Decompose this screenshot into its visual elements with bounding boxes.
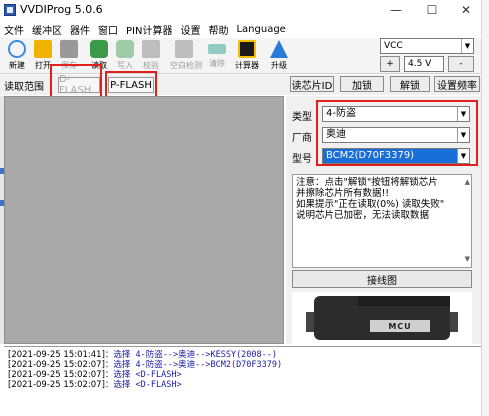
new-file-icon	[8, 40, 26, 58]
menu-bar: 文件 缓冲区 器件 窗口 PIN计算器 设置 帮助 Language	[0, 20, 481, 38]
window-title: VVDIProg 5.0.6	[20, 3, 103, 16]
save-disk-icon	[60, 40, 78, 58]
verify-icon	[142, 40, 160, 58]
wiring-diagram-button[interactable]: 接线图	[292, 270, 472, 288]
buffer-view[interactable]	[4, 96, 284, 344]
voltage-decrease-button[interactable]: -	[448, 56, 474, 72]
tab-read-chip-id[interactable]: 读芯片ID	[290, 76, 334, 92]
log-message: ：选择 4-防盗-->奥迪-->KESSY(2008--)	[104, 350, 278, 360]
model-label: 型号	[292, 154, 312, 165]
calculator-button[interactable]: 计算器	[234, 40, 260, 71]
verify-label: 校验	[143, 61, 159, 70]
voltage-increase-button[interactable]: +	[380, 56, 400, 72]
log-entry: [2021-09-25 15:02:07]：选择 <D-FLASH>	[8, 370, 477, 380]
log-entry: [2021-09-25 15:02:07]：选择 <D-FLASH>	[8, 380, 477, 390]
chip-label: MCU	[370, 320, 430, 332]
open-folder-icon	[34, 40, 52, 58]
write-label: 写入	[117, 61, 133, 70]
chip-top	[358, 296, 450, 306]
calculator-label: 计算器	[235, 61, 259, 70]
write-chip-icon	[116, 40, 134, 58]
menu-pin-calculator[interactable]: PIN计算器	[126, 22, 172, 37]
log-timestamp: [2021-09-25 15:02:07]	[8, 380, 105, 390]
type-label: 类型	[292, 112, 312, 123]
menu-buffer[interactable]: 缓冲区	[32, 22, 62, 37]
erase-icon	[208, 44, 226, 54]
log-message: ：选择 4-防盗-->奥迪-->BCM2(D70F3379)	[104, 360, 283, 370]
chip-image: MCU	[292, 292, 472, 344]
note-line: 如果提示"正在读取(0%) 读取失败"	[296, 199, 445, 210]
erase-label: 清除	[209, 59, 225, 68]
notes-textarea[interactable]: 注意：点击"解锁"按钮将解锁芯片 并擦除芯片所有数据!! 如果提示"正在读取(0…	[292, 174, 472, 268]
menu-language[interactable]: Language	[236, 24, 285, 35]
erase-button[interactable]: 清除	[206, 40, 228, 69]
write-button[interactable]: 写入	[114, 40, 136, 71]
menu-file[interactable]: 文件	[4, 22, 24, 37]
blank-check-label: 空白检测	[170, 61, 202, 70]
menu-help[interactable]: 帮助	[208, 22, 228, 37]
upgrade-arrow-icon	[270, 40, 288, 58]
log-timestamp: [2021-09-25 15:01:41]	[8, 350, 105, 360]
read-chip-icon	[90, 40, 108, 58]
voltage-select[interactable]: VCC ▼	[380, 38, 474, 54]
chevron-down-icon: ▼	[461, 39, 473, 53]
chip-body: MCU	[314, 296, 450, 340]
note-line: 并擦除芯片所有数据!!	[296, 188, 390, 199]
background-window-edge	[481, 0, 489, 416]
title-bar: VVDIProg 5.0.6 — ☐ ✕	[0, 0, 481, 20]
highlight-box-device	[316, 100, 478, 166]
read-range-label: 读取范围	[4, 82, 44, 93]
log-timestamp: [2021-09-25 15:02:07]	[8, 360, 105, 370]
upgrade-button[interactable]: 升级	[268, 40, 290, 71]
upgrade-label: 升级	[271, 61, 287, 70]
blank-check-button[interactable]: 空白检测	[170, 40, 202, 71]
new-label: 新建	[9, 61, 25, 70]
voltage-value: 4.5 V	[408, 59, 432, 69]
blank-check-icon	[175, 40, 193, 58]
note-line: 说明芯片已加密，无法读取数据	[296, 210, 430, 221]
tab-lock[interactable]: 加锁	[340, 76, 384, 92]
highlight-box-pflash	[105, 71, 157, 98]
scroll-up-icon[interactable]: ▲	[465, 177, 470, 188]
close-button[interactable]: ✕	[448, 0, 484, 20]
tab-unlock[interactable]: 解锁	[390, 76, 430, 92]
menu-settings[interactable]: 设置	[180, 22, 200, 37]
voltage-value-field[interactable]: 4.5 V	[404, 56, 444, 72]
maximize-button[interactable]: ☐	[414, 0, 450, 20]
log-message: ：选择 <D-FLASH>	[104, 380, 182, 390]
new-button[interactable]: 新建	[6, 40, 28, 71]
log-entry: [2021-09-25 15:02:07]：选择 4-防盗-->奥迪-->BCM…	[8, 360, 477, 370]
log-panel: [2021-09-25 15:01:41]：选择 4-防盗-->奥迪-->KES…	[4, 346, 481, 416]
voltage-select-value: VCC	[384, 41, 403, 51]
log-message: ：选择 <D-FLASH>	[104, 370, 182, 380]
maker-label: 厂商	[292, 133, 312, 144]
tab-set-frequency[interactable]: 设置频率	[434, 76, 480, 92]
menu-device[interactable]: 器件	[70, 22, 90, 37]
minimize-button[interactable]: —	[378, 0, 414, 20]
log-entry: [2021-09-25 15:01:41]：选择 4-防盗-->奥迪-->KES…	[8, 350, 477, 360]
menu-window[interactable]: 窗口	[98, 22, 118, 37]
verify-button[interactable]: 校验	[140, 40, 162, 71]
log-timestamp: [2021-09-25 15:02:07]	[8, 370, 105, 380]
scroll-down-icon[interactable]: ▼	[465, 254, 470, 265]
app-logo-icon	[4, 4, 16, 16]
calculator-icon	[238, 40, 256, 58]
note-line: 注意：点击"解锁"按钮将解锁芯片	[296, 177, 438, 188]
